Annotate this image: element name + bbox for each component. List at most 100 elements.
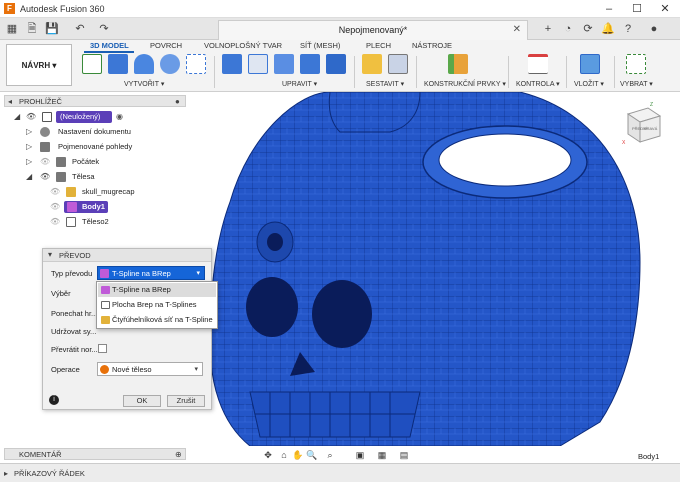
close-tab-icon[interactable]: ✕ <box>513 24 521 35</box>
expand-icon[interactable]: ▸ <box>4 469 8 478</box>
box-icon[interactable] <box>108 54 128 74</box>
look-at-icon[interactable]: ⌂ <box>278 449 290 461</box>
tab-3d-model[interactable]: 3D MODEL <box>90 41 129 50</box>
symmetry-icon[interactable] <box>186 54 206 74</box>
sphere-icon[interactable] <box>160 54 180 74</box>
tree-item-origin[interactable]: ▷ 👁 Počátek <box>4 155 186 169</box>
visibility-eye-icon[interactable]: 👁 <box>40 157 50 166</box>
fill-hole-icon[interactable] <box>326 54 346 74</box>
option-label: Plocha Brep na T-Splines <box>112 300 197 309</box>
close-window-button[interactable]: ✕ <box>652 0 678 18</box>
tree-item-bodies[interactable]: ◢ 👁 Tělesa <box>4 170 186 184</box>
workspace-switcher-button[interactable]: NÁVRH ▾ <box>6 44 72 86</box>
insert-edge-icon[interactable] <box>248 54 268 74</box>
gear-icon <box>40 127 50 137</box>
cancel-button[interactable]: Zrušit <box>167 395 205 407</box>
tab-freeform[interactable]: VOLNOPLOŠNÝ TVAR <box>204 41 282 50</box>
tree-item-doc-settings[interactable]: ▷ Nastavení dokumentu <box>4 125 186 139</box>
group-modify[interactable]: UPRAVIT ▾ <box>282 80 317 88</box>
new-tab-icon[interactable]: + <box>540 21 556 37</box>
visibility-eye-icon[interactable]: 👁 <box>50 202 60 211</box>
undo-icon[interactable]: ↶ <box>72 21 88 37</box>
folder-icon <box>56 172 66 182</box>
new-component-icon[interactable] <box>362 54 382 74</box>
group-create[interactable]: VYTVOŘIT ▾ <box>124 80 164 88</box>
pan-icon[interactable]: ✋ <box>292 449 304 461</box>
tab-mesh[interactable]: SÍŤ (MESH) <box>300 41 340 50</box>
group-assemble[interactable]: SESTAVIT ▾ <box>366 80 404 88</box>
group-select[interactable]: VYBRAT ▾ <box>620 80 653 88</box>
offset-plane-icon[interactable] <box>448 54 468 74</box>
flip-normals-checkbox[interactable] <box>98 344 107 353</box>
notifications-icon[interactable]: ⟳ <box>580 21 596 37</box>
app-grid-icon[interactable]: ▦ <box>4 21 20 37</box>
grid-settings-icon[interactable]: ▦ <box>376 449 388 461</box>
bridge-icon[interactable] <box>300 54 320 74</box>
info-icon[interactable]: i <box>49 395 59 405</box>
dropdown-option-quadmesh-to-tspline[interactable]: Čtyřúhelníková síť na T-Spline <box>98 313 216 327</box>
help-icon[interactable]: ? <box>620 21 636 37</box>
tree-item-body1[interactable]: 👁 Body1 <box>4 200 186 214</box>
operation-select[interactable]: Nové těleso ▾ <box>97 362 203 376</box>
joint-icon[interactable] <box>388 54 408 74</box>
tree-item-label: Počátek <box>72 157 100 166</box>
pin-icon[interactable]: ● <box>175 97 180 106</box>
edit-form-icon[interactable] <box>222 54 242 74</box>
command-line-bar[interactable]: ▸ PŘÍKAZOVÝ ŘÁDEK <box>0 463 680 482</box>
torus-icon[interactable] <box>134 54 154 74</box>
visibility-eye-icon[interactable]: 👁 <box>50 187 60 196</box>
expand-arrow-icon[interactable]: ▷ <box>26 142 32 151</box>
add-comment-icon[interactable]: ⊕ <box>175 450 182 459</box>
minimize-button[interactable]: – <box>596 0 622 18</box>
tspline-icon <box>100 269 109 278</box>
browser-panel-header[interactable]: ◂ PROHLÍŽEČ ● <box>4 95 186 107</box>
flip-normals-label: Převrátit nor... <box>51 345 98 354</box>
expand-arrow-icon[interactable]: ◢ <box>26 172 32 181</box>
select-window-icon[interactable] <box>626 54 646 74</box>
tab-tools[interactable]: NÁSTROJE <box>412 41 452 50</box>
chevron-down-icon: ▾ <box>194 366 198 373</box>
group-insert[interactable]: VLOŽIT ▾ <box>574 80 604 88</box>
collapse-icon[interactable]: ▾ <box>48 250 52 259</box>
comments-panel-header[interactable]: KOMENTÁŘ ⊕ <box>4 448 186 460</box>
tree-item-body2[interactable]: 👁 Těleso2 <box>4 215 186 229</box>
group-construct[interactable]: KONSTRUKČNÍ PRVKY ▾ <box>424 80 506 88</box>
visibility-eye-icon[interactable]: 👁 <box>26 112 36 121</box>
user-avatar-icon[interactable]: ● <box>646 21 662 37</box>
dropdown-option-tspline-to-brep[interactable]: T-Spline na BRep <box>98 283 216 297</box>
tree-item-root[interactable]: ◢ 👁 (Neuložený) ◉ <box>4 110 186 124</box>
group-inspect[interactable]: KONTROLA ▾ <box>516 80 560 88</box>
expand-arrow-icon[interactable]: ▷ <box>26 127 32 136</box>
file-menu-icon[interactable]: 🗎 <box>24 21 40 37</box>
measure-icon[interactable] <box>528 54 548 74</box>
display-settings-icon[interactable]: ▣ <box>354 449 366 461</box>
ok-button[interactable]: OK <box>123 395 161 407</box>
redo-icon[interactable]: ↷ <box>96 21 112 37</box>
tree-item-named-views[interactable]: ▷ Pojmenované pohledy <box>4 140 186 154</box>
create-sketch-icon[interactable] <box>82 54 102 74</box>
expand-arrow-icon[interactable]: ▷ <box>26 157 32 166</box>
dialog-header[interactable]: ▾ PŘEVOD <box>43 249 211 262</box>
bell-icon[interactable]: 🔔 <box>600 21 616 37</box>
subdivide-icon[interactable] <box>274 54 294 74</box>
tab-surface[interactable]: POVRCH <box>150 41 182 50</box>
tab-sheet-metal[interactable]: PLECH <box>366 41 391 50</box>
maximize-button[interactable]: ☐ <box>624 0 650 18</box>
visibility-eye-icon[interactable]: 👁 <box>50 217 60 226</box>
job-status-icon[interactable]: ◔ <box>560 21 576 37</box>
document-tab[interactable]: Nepojmenovaný* ✕ <box>218 20 528 40</box>
visibility-eye-icon[interactable]: 👁 <box>40 172 50 181</box>
viewcube[interactable]: PŘEDNÍ PRAVÁ Z X <box>622 100 666 146</box>
dropdown-option-brep-to-tspline[interactable]: Plocha Brep na T-Splines <box>98 298 216 312</box>
save-icon[interactable]: 💾 <box>44 21 60 37</box>
zoom-icon[interactable]: 🔍 <box>306 449 318 461</box>
convert-type-select[interactable]: T-Spline na BRep ▾ <box>97 266 205 280</box>
viewports-icon[interactable]: ▤ <box>398 449 410 461</box>
insert-image-icon[interactable] <box>580 54 600 74</box>
tree-item-skull-mugrecap[interactable]: 👁 skull_mugrecap <box>4 185 186 199</box>
fit-icon[interactable]: ⌕ <box>324 449 336 461</box>
activate-radio-icon[interactable]: ◉ <box>116 112 123 121</box>
orbit-icon[interactable]: ✥ <box>262 449 274 461</box>
collapse-icon[interactable]: ◂ <box>8 97 12 106</box>
expand-arrow-icon[interactable]: ◢ <box>14 112 20 121</box>
